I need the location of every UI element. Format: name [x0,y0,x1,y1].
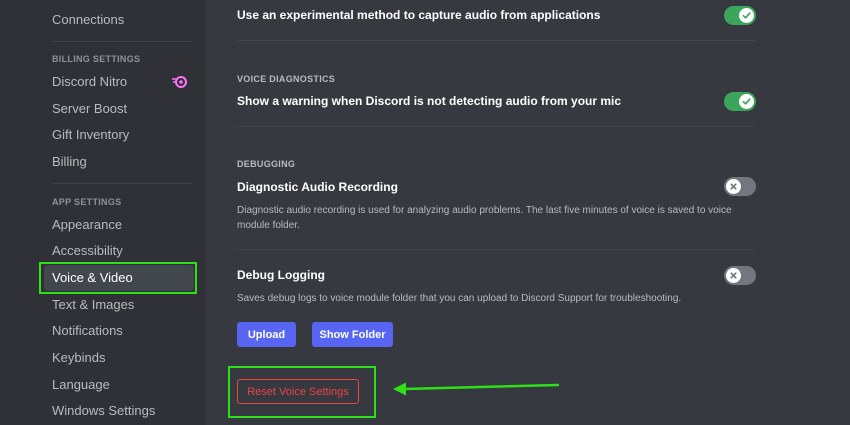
highlight-box-reset [228,366,376,418]
experimental-capture-toggle[interactable] [724,6,756,25]
highlight-box-voice-video [39,262,197,294]
diagnostic-audio-recording-description: Diagnostic audio recording is used for a… [237,205,732,231]
sidebar-item-server-boost[interactable]: Server Boost [44,96,194,122]
section-divider [237,126,756,127]
sidebar-item-keybinds[interactable]: Keybinds [44,345,194,371]
sidebar-item-billing[interactable]: Billing [44,149,194,175]
sidebar-item-connections[interactable]: Connections [44,7,194,33]
section-divider [237,40,756,41]
show-folder-button[interactable]: Show Folder [312,322,393,347]
check-icon [742,98,751,105]
sidebar-separator [52,41,192,42]
diagnostic-audio-recording-title: Diagnostic Audio Recording [237,180,398,194]
x-icon [730,183,737,190]
experimental-capture-title: Use an experimental method to capture au… [237,8,601,22]
arrow-left-icon [393,382,560,396]
sidebar-item-windows-settings[interactable]: Windows Settings [44,398,194,424]
nitro-icon [172,76,187,88]
mic-warning-toggle[interactable] [724,92,756,111]
section-divider [237,249,756,250]
debugging-header: DEBUGGING [237,159,296,169]
sidebar-item-gift-inventory[interactable]: Gift Inventory [44,122,194,148]
x-icon [730,272,737,279]
sidebar-item-language[interactable]: Language [44,372,194,398]
mic-warning-title: Show a warning when Discord is not detec… [237,94,622,108]
sidebar-item-accessibility[interactable]: Accessibility [44,238,194,264]
app-settings-header: APP SETTINGS [52,197,122,207]
sidebar-item-notifications[interactable]: Notifications [44,318,194,344]
upload-button[interactable]: Upload [237,322,296,347]
settings-sidebar: Connections BILLING SETTINGS Discord Nit… [0,0,206,425]
debug-logging-toggle[interactable] [724,266,756,285]
voice-diagnostics-header: VOICE DIAGNOSTICS [237,74,336,84]
debug-logging-description: Saves debug logs to voice module folder … [237,293,682,304]
diagnostic-audio-recording-toggle[interactable] [724,177,756,196]
sidebar-item-text-images[interactable]: Text & Images [44,292,194,318]
sidebar-separator [52,183,192,184]
billing-settings-header: BILLING SETTINGS [52,54,141,64]
check-icon [742,12,751,19]
debug-logging-title: Debug Logging [237,268,325,282]
sidebar-item-appearance[interactable]: Appearance [44,212,194,238]
voice-video-settings: Use an experimental method to capture au… [206,0,850,425]
